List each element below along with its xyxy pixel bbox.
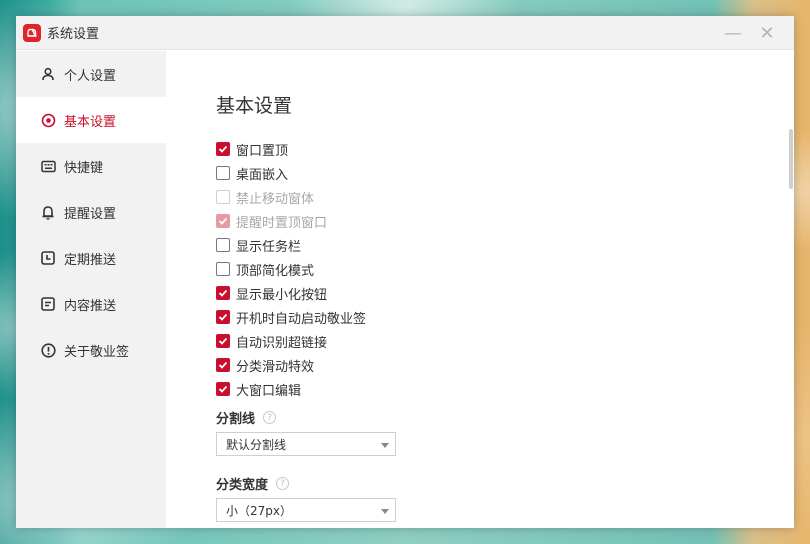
checkmark-icon bbox=[218, 313, 228, 321]
page-title: 基本设置 bbox=[216, 95, 293, 117]
window-title: 系统设置 bbox=[47, 27, 100, 42]
option-row[interactable]: 显示最小化按钮 bbox=[216, 281, 366, 305]
option-checkbox[interactable] bbox=[216, 358, 230, 372]
option-label: 开机时自动启动敬业签 bbox=[236, 311, 367, 327]
option-row[interactable]: 分类滑动特效 bbox=[216, 353, 366, 377]
option-checkbox[interactable] bbox=[216, 142, 230, 156]
option-checkbox[interactable] bbox=[216, 286, 230, 300]
options-list: 窗口置顶桌面嵌入禁止移动窗体 提醒时置顶窗口 显示任务栏顶部简化模式 显示最小化按钮开… bbox=[216, 137, 366, 401]
sidebar-item-reminder[interactable]: 提醒设置 bbox=[16, 189, 166, 235]
category-width-label-text: 分类宽度 bbox=[216, 478, 269, 493]
info-icon bbox=[40, 342, 56, 358]
checkmark-icon bbox=[218, 337, 228, 345]
chevron-down-icon bbox=[381, 443, 389, 448]
sidebar-item-label: 关于敬业签 bbox=[64, 344, 130, 360]
divider-select-value: 默认分割线 bbox=[226, 437, 287, 452]
help-icon[interactable]: ? bbox=[263, 411, 277, 424]
option-checkbox[interactable] bbox=[216, 382, 230, 396]
sidebar-item-content-push[interactable]: 内容推送 bbox=[16, 281, 166, 327]
option-label: 窗口置顶 bbox=[236, 143, 289, 159]
option-label: 禁止移动窗体 bbox=[236, 191, 315, 207]
checkmark-icon bbox=[218, 385, 228, 393]
option-row[interactable]: 显示任务栏 bbox=[216, 233, 366, 257]
sidebar-item-label: 基本设置 bbox=[64, 114, 117, 130]
option-row[interactable]: 顶部简化模式 bbox=[216, 257, 366, 281]
sidebar-item-basic[interactable]: 基本设置 bbox=[16, 97, 166, 143]
option-checkbox[interactable] bbox=[216, 238, 230, 252]
checkmark-icon bbox=[218, 145, 228, 153]
sidebar-item-label: 个人设置 bbox=[64, 68, 117, 84]
bell-icon bbox=[40, 204, 56, 220]
option-checkbox[interactable] bbox=[216, 334, 230, 348]
sidebar: 个人设置 基本设置 快捷键 提醒设置 定期推送 内容推送 关于敬业签 bbox=[16, 51, 166, 528]
option-checkbox bbox=[216, 214, 230, 228]
divider-label: 分割线 ? bbox=[216, 408, 277, 427]
sidebar-item-shortcuts[interactable]: 快捷键 bbox=[16, 143, 166, 189]
scrollbar[interactable] bbox=[789, 129, 793, 189]
option-label: 显示最小化按钮 bbox=[236, 287, 328, 303]
option-label: 桌面嵌入 bbox=[236, 167, 289, 183]
title-bar[interactable]: 系统设置 — ✕ bbox=[16, 16, 794, 50]
option-label: 自动识别超链接 bbox=[236, 335, 328, 351]
checkmark-icon bbox=[218, 217, 228, 225]
sidebar-item-label: 定期推送 bbox=[64, 252, 117, 268]
option-checkbox[interactable] bbox=[216, 262, 230, 276]
category-width-select[interactable]: 小（27px） bbox=[216, 498, 396, 522]
close-button[interactable]: ✕ bbox=[756, 22, 778, 44]
settings-content: 基本设置 窗口置顶桌面嵌入禁止移动窗体 提醒时置顶窗口 显示任务栏顶部简化模式 显示最… bbox=[166, 51, 794, 528]
chevron-down-icon bbox=[381, 509, 389, 514]
sidebar-item-label: 内容推送 bbox=[64, 298, 117, 314]
option-row[interactable]: 自动识别超链接 bbox=[216, 329, 366, 353]
option-row[interactable]: 大窗口编辑 bbox=[216, 377, 366, 401]
option-checkbox[interactable] bbox=[216, 310, 230, 324]
app-logo-icon bbox=[23, 23, 41, 42]
help-icon[interactable]: ? bbox=[276, 477, 290, 490]
settings-window: 系统设置 — ✕ 个人设置 基本设置 快捷键 提醒设置 定期推送 内容推送 关于… bbox=[16, 16, 794, 528]
minimize-button[interactable]: — bbox=[722, 22, 744, 44]
option-row: 提醒时置顶窗口 bbox=[216, 209, 366, 233]
option-row[interactable]: 开机时自动启动敬业签 bbox=[216, 305, 366, 329]
option-label: 顶部简化模式 bbox=[236, 263, 315, 279]
user-icon bbox=[40, 66, 56, 82]
option-checkbox[interactable] bbox=[216, 166, 230, 180]
option-label: 显示任务栏 bbox=[236, 239, 302, 255]
keyboard-icon bbox=[40, 158, 56, 174]
option-label: 分类滑动特效 bbox=[236, 359, 315, 375]
settings-icon bbox=[40, 112, 56, 128]
option-row: 禁止移动窗体 bbox=[216, 185, 366, 209]
divider-select[interactable]: 默认分割线 bbox=[216, 432, 396, 456]
option-row[interactable]: 窗口置顶 bbox=[216, 137, 366, 161]
category-width-select-value: 小（27px） bbox=[226, 503, 292, 518]
checkmark-icon bbox=[218, 289, 228, 297]
option-row[interactable]: 桌面嵌入 bbox=[216, 161, 366, 185]
checkmark-icon bbox=[218, 361, 228, 369]
option-label: 大窗口编辑 bbox=[236, 383, 302, 399]
clock-icon bbox=[40, 250, 56, 266]
option-checkbox bbox=[216, 190, 230, 204]
document-icon bbox=[40, 296, 56, 312]
divider-label-text: 分割线 bbox=[216, 412, 256, 427]
sidebar-item-about[interactable]: 关于敬业签 bbox=[16, 327, 166, 373]
sidebar-item-label: 快捷键 bbox=[64, 160, 104, 176]
category-width-label: 分类宽度 ? bbox=[216, 474, 290, 493]
sidebar-item-scheduled-push[interactable]: 定期推送 bbox=[16, 235, 166, 281]
sidebar-item-label: 提醒设置 bbox=[64, 206, 117, 222]
sidebar-item-personal[interactable]: 个人设置 bbox=[16, 51, 166, 97]
option-label: 提醒时置顶窗口 bbox=[236, 215, 328, 231]
